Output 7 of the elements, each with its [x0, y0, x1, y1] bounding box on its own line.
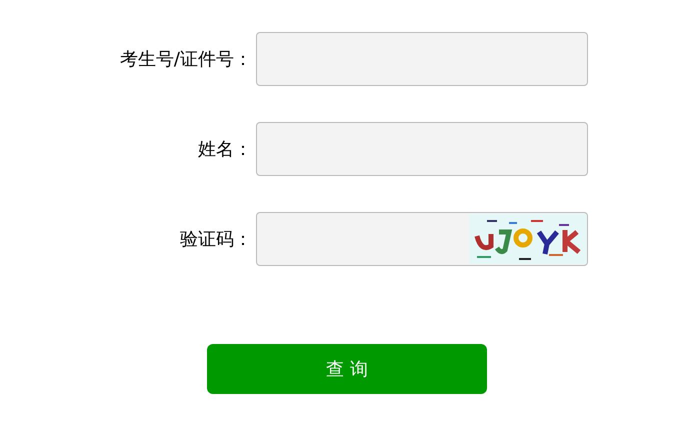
- captcha-field[interactable]: [256, 212, 588, 266]
- field-label: 考生号/证件号：: [120, 48, 252, 72]
- field-label: 验证码：: [180, 228, 252, 252]
- input-field[interactable]: [256, 122, 588, 176]
- query-button[interactable]: 查 询: [207, 344, 487, 394]
- field-label: 姓名：: [198, 138, 252, 162]
- input-field[interactable]: [256, 32, 588, 86]
